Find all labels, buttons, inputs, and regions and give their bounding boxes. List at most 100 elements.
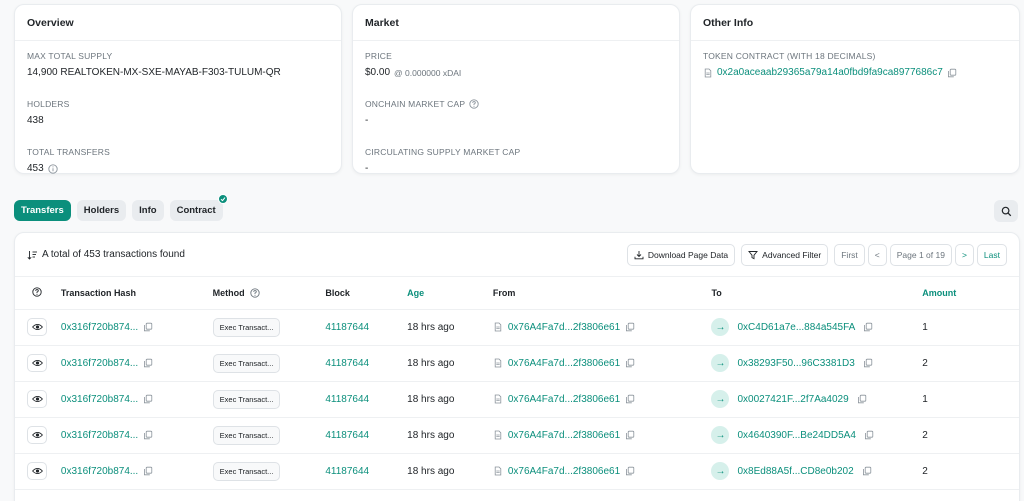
view-details-button[interactable]	[27, 462, 47, 480]
tx-hash-link[interactable]: 0x316f720b874...	[61, 394, 138, 405]
copy-icon[interactable]	[625, 358, 635, 368]
help-icon[interactable]	[469, 99, 479, 109]
tx-hash-link[interactable]: 0x316f720b874...	[61, 430, 138, 441]
help-icon[interactable]	[32, 287, 42, 297]
tab-contract-label: Contract	[176, 205, 216, 216]
from-address-link[interactable]: 0x76A4Fa7d...2f3806e61	[508, 430, 620, 441]
table-row: 0x316f720b874... Exec Transact... 411876…	[15, 309, 1019, 346]
download-button[interactable]: Download Page Data	[626, 243, 736, 266]
amount-value: 2	[922, 465, 928, 477]
copy-icon[interactable]	[143, 358, 153, 368]
tab-transfers[interactable]: Transfers	[14, 200, 71, 221]
view-details-button[interactable]	[27, 390, 47, 408]
contract-label: TOKEN CONTRACT (WITH 18 DECIMALS)	[703, 51, 876, 61]
sort-icon	[27, 250, 38, 260]
copy-icon[interactable]	[857, 394, 867, 404]
tab-bar: Transfers Holders Info Contract	[14, 194, 228, 221]
prev-page-button[interactable]: <	[867, 243, 887, 266]
copy-icon[interactable]	[864, 430, 874, 440]
contract-address-link[interactable]: 0x2a0aceaab29365a79a14a0fbd9fa9ca8977686…	[717, 67, 943, 78]
to-address-link[interactable]: 0x0027421F...2f7Aa4029	[737, 394, 848, 405]
hash-cell: 0x316f720b874...	[61, 358, 213, 369]
tx-hash-link[interactable]: 0x316f720b874...	[61, 322, 138, 333]
market-title: Market	[353, 5, 679, 41]
from-address-link[interactable]: 0x76A4Fa7d...2f3806e61	[508, 466, 620, 477]
next-page-button[interactable]: >	[954, 243, 974, 266]
first-page-button[interactable]: First	[834, 243, 865, 266]
download-label: Download Page Data	[647, 249, 729, 260]
block-link[interactable]: 41187644	[325, 322, 369, 333]
other-info-card: Other Info TOKEN CONTRACT (WITH 18 DECIM…	[690, 4, 1020, 174]
block-link[interactable]: 41187644	[325, 358, 369, 369]
copy-icon[interactable]	[625, 394, 635, 404]
other-info-title: Other Info	[691, 5, 1019, 41]
arrow-right-icon: →	[711, 318, 730, 336]
copy-icon[interactable]	[625, 322, 635, 332]
price-label: PRICE	[365, 51, 392, 61]
col-hash-header: Transaction Hash	[60, 277, 213, 310]
last-page-button[interactable]: Last	[976, 243, 1007, 266]
from-cell: 0x76A4Fa7d...2f3806e61	[493, 358, 712, 369]
block-link[interactable]: 41187644	[325, 394, 369, 405]
copy-icon[interactable]	[143, 394, 153, 404]
advanced-filter-button[interactable]: Advanced Filter	[741, 243, 829, 266]
total-text: A total of 453 transactions found	[42, 249, 185, 260]
view-details-button[interactable]	[27, 426, 47, 444]
from-cell: 0x76A4Fa7d...2f3806e61	[493, 466, 712, 477]
eye-icon	[31, 467, 43, 475]
col-method-header: Method	[212, 277, 326, 310]
copy-icon[interactable]	[625, 430, 635, 440]
method-badge: Exec Transact...	[212, 353, 281, 373]
age-text: 18 hrs ago	[407, 465, 455, 477]
document-icon	[493, 466, 503, 476]
col-age-header[interactable]: Age	[407, 277, 493, 310]
contract-row: 0x2a0aceaab29365a79a14a0fbd9fa9ca8977686…	[703, 67, 1007, 78]
to-address-link[interactable]: 0x4640390F...Be24DD5A4	[737, 430, 855, 441]
copy-icon[interactable]	[143, 430, 153, 440]
price-value: $0.00	[365, 67, 391, 78]
tx-hash-link[interactable]: 0x316f720b874...	[61, 358, 138, 369]
to-cell: → 0x0027421F...2f7Aa4029	[711, 390, 922, 408]
from-address-link[interactable]: 0x76A4Fa7d...2f3806e61	[508, 394, 620, 405]
eye-icon	[31, 395, 43, 403]
tab-info[interactable]: Info	[132, 200, 164, 221]
from-cell: 0x76A4Fa7d...2f3806e61	[493, 322, 712, 333]
copy-icon[interactable]	[625, 466, 635, 476]
hash-cell: 0x316f720b874...	[61, 430, 213, 441]
col-amount-header[interactable]: Amount	[922, 277, 1019, 310]
info-icon[interactable]	[48, 163, 58, 174]
document-icon	[493, 394, 503, 404]
to-address-link[interactable]: 0xC4D61a7e...884a545FA	[737, 322, 855, 333]
copy-icon[interactable]	[863, 322, 873, 332]
age-text: 18 hrs ago	[407, 357, 455, 369]
eye-icon	[31, 431, 43, 439]
page-indicator: Page 1 of 19	[889, 243, 952, 266]
copy-icon[interactable]	[862, 466, 872, 476]
copy-icon[interactable]	[863, 358, 873, 368]
to-address-link[interactable]: 0x8Ed88A5f...CD8e0b202	[737, 466, 853, 477]
view-details-button[interactable]	[27, 318, 47, 336]
tx-hash-link[interactable]: 0x316f720b874...	[61, 466, 138, 477]
copy-icon[interactable]	[143, 466, 153, 476]
search-button[interactable]	[994, 200, 1018, 222]
view-details-button[interactable]	[27, 354, 47, 372]
tab-contract[interactable]: Contract	[169, 194, 228, 221]
block-link[interactable]: 41187644	[325, 430, 369, 441]
to-cell: → 0x4640390F...Be24DD5A4	[711, 426, 922, 444]
max-supply-label: MAX TOTAL SUPPLY	[27, 51, 113, 61]
help-icon[interactable]	[249, 288, 260, 298]
copy-icon[interactable]	[143, 322, 153, 332]
to-cell: → 0xC4D61a7e...884a545FA	[711, 318, 922, 336]
from-address-link[interactable]: 0x76A4Fa7d...2f3806e61	[508, 322, 620, 333]
from-address-link[interactable]: 0x76A4Fa7d...2f3806e61	[508, 358, 620, 369]
method-badge: Exec Transact...	[212, 389, 281, 409]
overview-title: Overview	[15, 5, 341, 41]
col-to-header: To	[711, 277, 923, 310]
block-link[interactable]: 41187644	[325, 466, 369, 477]
col-eye-header	[15, 277, 61, 310]
price-row: $0.00 @ 0.000000 xDAI	[365, 67, 667, 78]
tab-holders[interactable]: Holders	[76, 200, 127, 221]
to-address-link[interactable]: 0x38293F50...96C3381D3	[737, 358, 854, 369]
download-icon	[634, 250, 644, 260]
copy-icon[interactable]	[947, 68, 957, 78]
